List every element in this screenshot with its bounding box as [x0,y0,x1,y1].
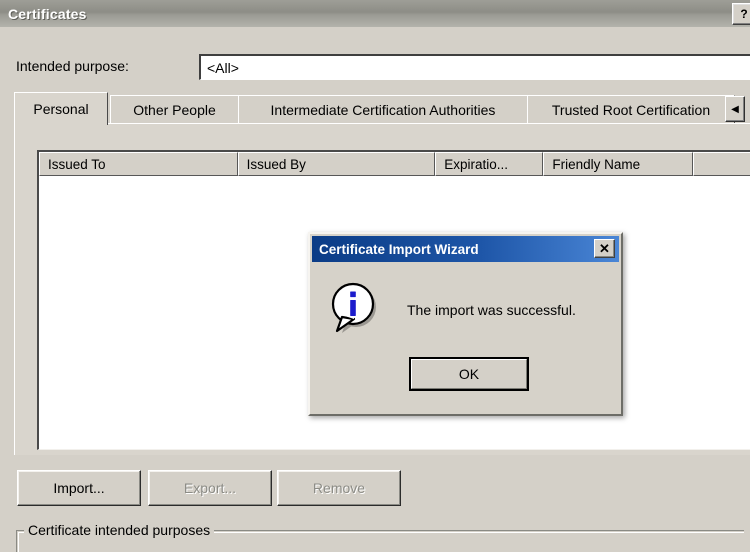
intended-purpose-label: Intended purpose: [16,58,129,74]
column-header-friendly-name[interactable]: Friendly Name [543,152,694,176]
information-icon [329,282,387,340]
tab-trusted-root-label: Trusted Root Certification [551,102,711,118]
intended-purpose-value: <All> [207,59,239,76]
remove-button-label: Remove [312,480,366,496]
column-header-issued-by-label: Issued By [246,156,306,172]
ok-button-inner: OK [411,359,527,389]
column-header-expiration-date[interactable]: Expiratio... [435,152,544,176]
certificate-store-tabs: Personal Other People Intermediate Certi… [14,92,750,125]
column-header-issued-to[interactable]: Issued To [39,152,238,176]
column-header-extra[interactable] [693,152,750,176]
triangle-left-icon: ◀ [731,103,739,115]
import-button[interactable]: Import... [17,470,141,506]
export-button-label: Export... [183,480,237,496]
remove-button[interactable]: Remove [277,470,401,506]
help-button[interactable]: ? [732,3,750,25]
groupbox-label: Certificate intended purposes [24,522,215,538]
window-title: Certificates [8,5,87,22]
import-button-label: Import... [53,480,105,496]
tab-personal[interactable]: Personal [14,92,108,125]
column-header-issued-by[interactable]: Issued By [237,152,436,176]
intended-purpose-row: Intended purpose: <All> [16,54,750,80]
certificate-import-wizard-dialog: Certificate Import Wizard ✕ The import w… [308,232,623,416]
close-icon-glyph: ✕ [599,241,610,256]
list-header-row: Issued To Issued By Expiratio... Friendl… [39,152,750,176]
ok-button[interactable]: OK [409,357,529,391]
window-title-bar[interactable]: Certificates ? [0,0,750,28]
tab-scroll-left-button[interactable]: ◀ [725,96,745,122]
close-icon[interactable]: ✕ [594,239,615,258]
export-button[interactable]: Export... [148,470,272,506]
column-header-issued-to-label: Issued To [48,156,106,172]
dialog-message: The import was successful. [407,302,576,318]
tab-personal-label: Personal [33,101,89,117]
window-controls: ? [732,3,750,25]
column-header-friendly-name-label: Friendly Name [552,156,641,172]
intended-purpose-combobox[interactable]: <All> [199,54,750,80]
tab-intermediate-certification-authorities[interactable]: Intermediate Certification Authorities [238,95,528,124]
tab-other-people[interactable]: Other People [110,95,239,124]
column-header-expiration-label: Expiratio... [444,156,509,172]
dialog-title-bar[interactable]: Certificate Import Wizard ✕ [312,236,619,262]
tab-intermediate-label: Intermediate Certification Authorities [270,102,496,118]
tab-other-people-label: Other People [133,102,216,118]
dialog-title: Certificate Import Wizard [319,241,479,257]
ok-button-label: OK [458,366,480,382]
tab-trusted-root-certification-authorities[interactable]: Trusted Root Certification [527,95,735,124]
